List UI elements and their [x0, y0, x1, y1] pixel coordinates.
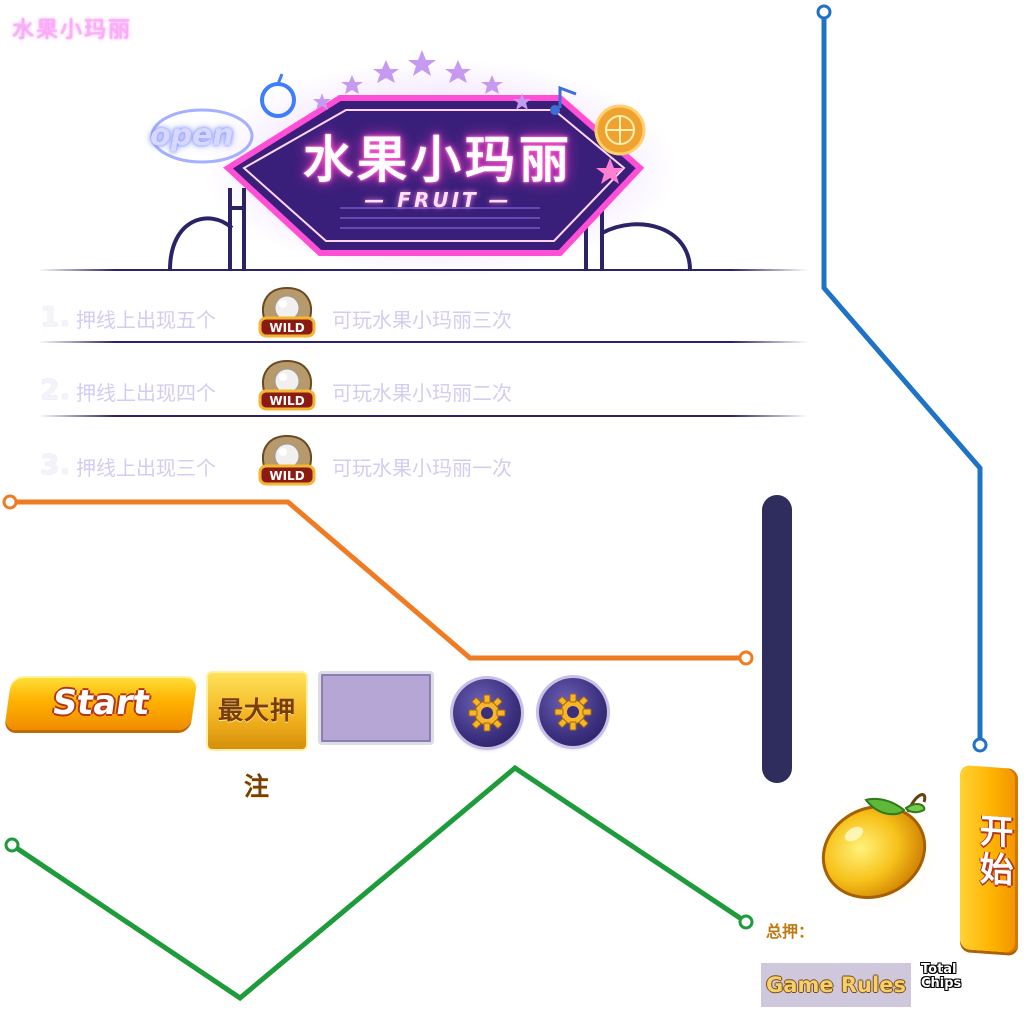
settings-button-alt[interactable] — [539, 678, 607, 746]
gear-icon — [554, 693, 592, 731]
gear-icon — [468, 694, 506, 732]
vertical-scroll-bar[interactable] — [762, 495, 792, 783]
game-rules-button[interactable]: Game Rules — [761, 963, 911, 1007]
payline-orange-end-dot — [738, 650, 754, 666]
payline-green-start-dot — [4, 837, 20, 853]
start-button[interactable]: Start — [4, 676, 198, 730]
payline-orange-start-dot — [2, 494, 18, 510]
total-chips-label: Total Chips — [921, 962, 962, 991]
blank-button-panel[interactable] — [318, 671, 434, 745]
payline-blue-end-dot — [972, 737, 988, 753]
payline-green — [10, 764, 748, 1002]
lemon-icon — [812, 780, 944, 912]
max-bet-button[interactable]: 最大押注 — [206, 671, 308, 801]
payline-blue — [821, 12, 983, 745]
start-vertical-button[interactable]: 开始 — [960, 764, 1018, 954]
total-bet-label: 总押： — [766, 922, 815, 941]
payline-green-end-dot — [738, 914, 754, 930]
payline-blue-start-dot — [816, 4, 832, 20]
settings-button[interactable] — [453, 679, 521, 747]
lemon-symbol — [808, 770, 948, 912]
payline-orange — [10, 499, 746, 661]
start-vertical-label: 开始 — [973, 811, 1013, 891]
